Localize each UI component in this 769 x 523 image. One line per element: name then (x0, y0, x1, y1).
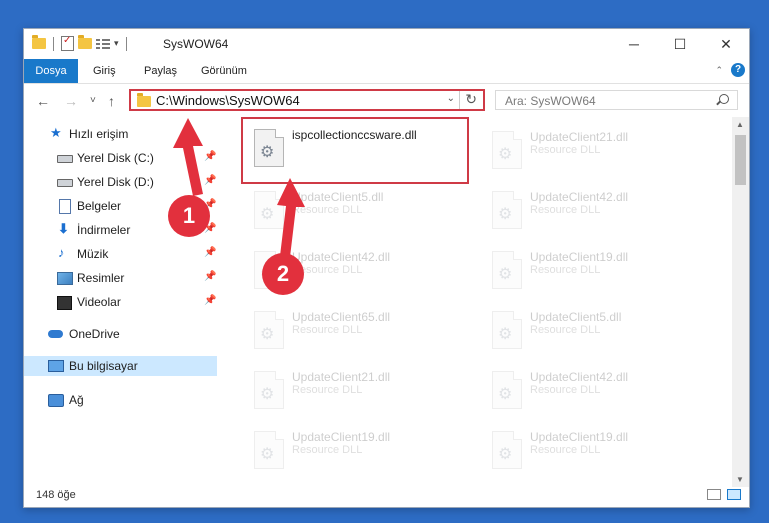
arrow-1 (173, 118, 203, 196)
callout-badge-2: 2 (262, 253, 304, 295)
arrow-2 (277, 178, 305, 257)
annotation-arrows (173, 118, 305, 257)
callout-badge-1: 1 (168, 195, 210, 237)
